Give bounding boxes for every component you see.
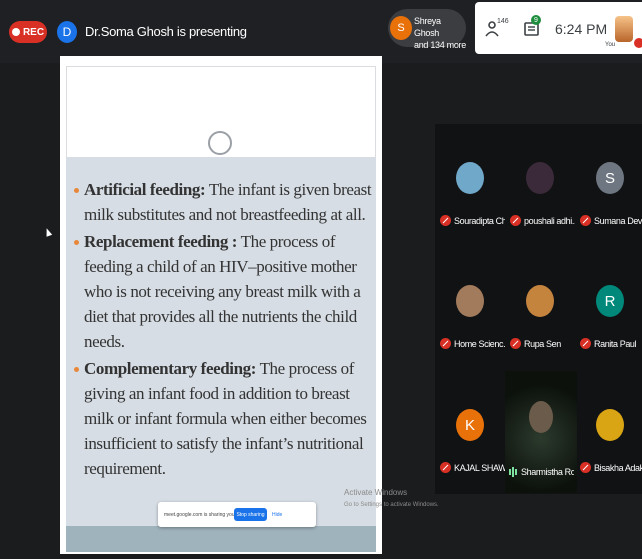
slide-bullet: Artificial feeding: The infant is given … [72, 177, 372, 227]
recording-indicator: REC [9, 21, 47, 43]
slide-footer-strip [66, 526, 376, 552]
participant-avatar [526, 285, 554, 317]
active-speaker-chip[interactable]: S Shreya Ghosh and 134 more [388, 9, 466, 50]
bullet-term: Replacement feeding : [84, 232, 238, 251]
participant-name: Souradipta Ch... [454, 215, 505, 226]
participant-avatar: R [596, 285, 624, 317]
participant-avatar: K [456, 409, 484, 441]
screen-share-notice: meet.google.com is sharing your screen. … [158, 502, 316, 527]
participant-video-tile[interactable]: Sharmistha Roy [505, 371, 577, 493]
shared-screen: Artificial feeding: The infant is given … [60, 56, 382, 554]
presenting-status: Dr.Soma Ghosh is presenting [85, 24, 247, 39]
participant-name-row: Sumana Dev ... [580, 215, 642, 226]
participant-avatar [456, 162, 484, 194]
presenter-avatar: D [57, 21, 77, 43]
slide-circle-decoration [208, 131, 232, 155]
participant-avatar [456, 285, 484, 317]
participant-tile[interactable]: Home Scienc... [435, 247, 505, 367]
meeting-controls-panel: 146 9 6:24 PM You [475, 2, 642, 54]
stop-sharing-button[interactable]: Stop sharing [234, 508, 267, 521]
activate-windows-watermark: Activate Windows Go to Settings to activ… [344, 487, 439, 511]
participant-name: poushali adhi... [524, 215, 575, 226]
mouse-cursor-icon [43, 227, 53, 237]
mic-muted-icon [580, 462, 591, 473]
participant-name-row: poushali adhi... [510, 215, 575, 226]
speaking-indicator-icon [509, 467, 518, 477]
slide-bullet: Complementary feeding: The process of gi… [72, 356, 372, 481]
watermark-title: Activate Windows [344, 488, 408, 497]
self-mute-icon [634, 38, 642, 48]
active-speaker-line2: and 134 more [414, 40, 466, 50]
participant-count: 146 [497, 18, 509, 25]
participant-name-row: Ranita Paul [580, 338, 642, 349]
participant-name: Sumana Dev ... [594, 215, 642, 226]
bullet-term: Complementary feeding: [84, 359, 257, 378]
participant-name-row: Sharmistha Roy [509, 467, 574, 477]
participant-tile[interactable]: K KAJAL SHAW [435, 371, 505, 491]
participant-name: Sharmistha Roy [521, 467, 574, 477]
participant-tile[interactable]: Rupa Sen [505, 247, 575, 367]
active-speaker-avatar: S [390, 16, 412, 40]
self-view-thumbnail[interactable] [615, 16, 633, 42]
participant-name-row: Bisakha Adak [580, 462, 642, 473]
participant-avatar [526, 162, 554, 194]
slide-bullet-list: Artificial feeding: The infant is given … [72, 177, 372, 483]
participant-name-row: Rupa Sen [510, 338, 575, 349]
active-speaker-name: Shreya Ghosh and 134 more [414, 15, 466, 51]
participant-name: KAJAL SHAW [454, 462, 505, 473]
participant-tile[interactable]: R Ranita Paul [575, 247, 642, 367]
record-dot-icon [11, 28, 20, 36]
participant-name-row: Souradipta Ch... [440, 215, 505, 226]
participant-tile[interactable]: Bisakha Adak [575, 371, 642, 491]
participant-video-feed [529, 401, 553, 433]
participant-name: Bisakha Adak [594, 462, 642, 473]
participant-tile[interactable]: Souradipta Ch... [435, 124, 505, 244]
watermark-subtitle: Go to Settings to activate Windows. [344, 502, 439, 508]
mic-muted-icon [440, 338, 451, 349]
participant-name-row: KAJAL SHAW [440, 462, 505, 473]
participant-name: Ranita Paul [594, 338, 637, 349]
self-view-label: You [605, 42, 616, 48]
recording-label: REC [22, 26, 45, 38]
participant-name: Rupa Sen [524, 338, 561, 349]
participant-avatar [596, 409, 624, 441]
mic-muted-icon [440, 215, 451, 226]
participant-name: Home Scienc... [454, 338, 505, 349]
mic-muted-icon [440, 462, 451, 473]
active-speaker-line1: Shreya Ghosh [414, 16, 441, 38]
chat-unread-badge: 9 [531, 15, 541, 25]
participant-name-row: Home Scienc... [440, 338, 505, 349]
mic-muted-icon [580, 338, 591, 349]
bullet-term: Artificial feeding: [84, 180, 206, 199]
participant-avatar: S [596, 162, 624, 194]
hide-share-notice-button[interactable]: Hide [272, 512, 282, 518]
mic-muted-icon [510, 215, 521, 226]
mic-muted-icon [510, 338, 521, 349]
meeting-time: 6:24 PM [555, 21, 608, 37]
participant-tile[interactable]: S Sumana Dev ... [575, 124, 642, 244]
participant-tile[interactable]: poushali adhi... [505, 124, 575, 244]
mic-muted-icon [580, 215, 591, 226]
top-bar: REC D Dr.Soma Ghosh is presenting S Shre… [0, 0, 642, 63]
slide-bullet: Replacement feeding : The process of fee… [72, 229, 372, 354]
